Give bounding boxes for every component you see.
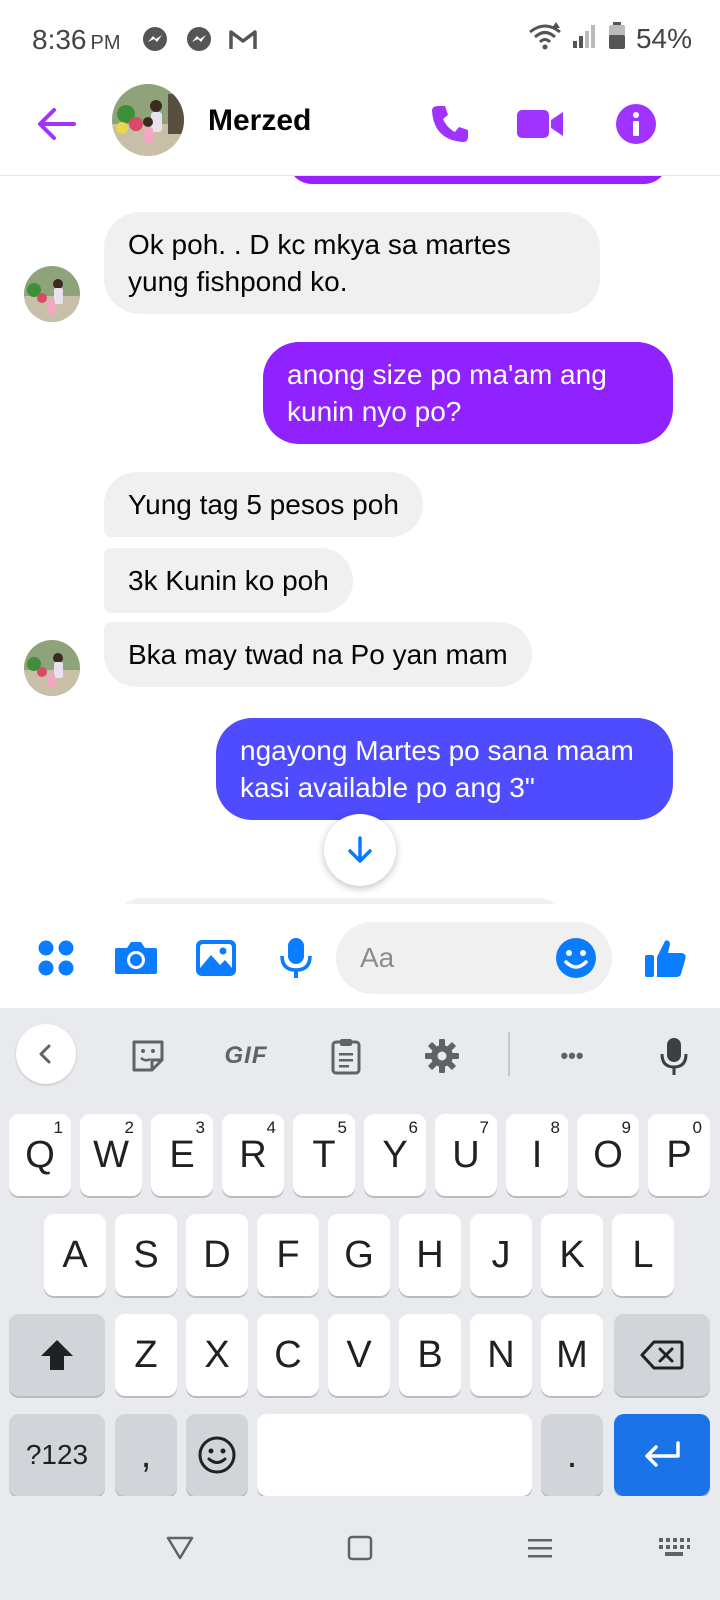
cell-signal-icon bbox=[572, 23, 598, 54]
messenger-icon bbox=[140, 24, 170, 54]
like-button[interactable] bbox=[640, 932, 692, 984]
back-button[interactable] bbox=[34, 102, 78, 146]
keyboard-switch-button[interactable] bbox=[652, 1526, 696, 1570]
voice-clip-button[interactable] bbox=[270, 932, 322, 984]
voice-call-button[interactable] bbox=[424, 98, 476, 150]
scroll-to-bottom-button[interactable] bbox=[324, 814, 396, 886]
enter-key[interactable] bbox=[614, 1414, 710, 1496]
key-s[interactable]: S bbox=[115, 1214, 177, 1296]
notification-icons bbox=[140, 24, 258, 54]
key-v[interactable]: V bbox=[328, 1314, 390, 1396]
nav-recents-icon bbox=[528, 1539, 552, 1558]
backspace-key[interactable] bbox=[614, 1314, 710, 1396]
space-bar[interactable] bbox=[257, 1414, 532, 1496]
gif-button[interactable]: GIF bbox=[216, 1026, 276, 1086]
system-status: 54% bbox=[528, 22, 692, 55]
key-u[interactable]: U7 bbox=[435, 1114, 497, 1196]
settings-gear-icon[interactable] bbox=[412, 1026, 472, 1086]
message-composer bbox=[0, 904, 720, 1008]
toolbar-divider bbox=[508, 1032, 510, 1076]
key-q[interactable]: Q1 bbox=[9, 1114, 71, 1196]
key-i[interactable]: I8 bbox=[506, 1114, 568, 1196]
key-o[interactable]: O9 bbox=[577, 1114, 639, 1196]
message-bubble-incoming[interactable]: 3k Kunin ko poh bbox=[104, 548, 353, 613]
info-button[interactable] bbox=[610, 98, 662, 150]
nav-home-button[interactable] bbox=[338, 1526, 382, 1570]
key-y[interactable]: Y6 bbox=[364, 1114, 426, 1196]
key-d[interactable]: D bbox=[186, 1214, 248, 1296]
emoji-key[interactable] bbox=[186, 1414, 248, 1496]
nav-recents-button[interactable] bbox=[518, 1526, 562, 1570]
key-r[interactable]: R4 bbox=[222, 1114, 284, 1196]
message-bubble-outgoing[interactable]: ngayong Martes po sana maam kasi availab… bbox=[216, 718, 673, 820]
battery-percent: 54% bbox=[635, 22, 692, 54]
more-options-button[interactable]: ••• bbox=[542, 1026, 602, 1086]
nav-home-icon bbox=[347, 1535, 373, 1561]
camera-button[interactable] bbox=[110, 932, 162, 984]
contact-name[interactable]: Merzed bbox=[208, 104, 311, 138]
battery-icon bbox=[608, 22, 626, 55]
key-w[interactable]: W2 bbox=[80, 1114, 142, 1196]
message-bubble-incoming[interactable]: Ok poh. . D kc mkya sa martes yung fishp… bbox=[104, 212, 600, 314]
apps-menu-button[interactable] bbox=[30, 932, 82, 984]
chat-header: Merzed bbox=[0, 80, 720, 176]
keyboard-toolbar: GIF ••• bbox=[0, 1008, 720, 1104]
key-g[interactable]: G bbox=[328, 1214, 390, 1296]
symbols-key[interactable]: ?123 bbox=[9, 1414, 105, 1496]
contact-avatar[interactable] bbox=[112, 84, 184, 156]
toolbar-back-button[interactable] bbox=[16, 1024, 76, 1084]
message-bubble-outgoing[interactable]: anong size po ma'am ang kunin nyo po? bbox=[263, 342, 673, 444]
shift-key[interactable] bbox=[9, 1314, 105, 1396]
gallery-button[interactable] bbox=[190, 932, 242, 984]
key-m[interactable]: M bbox=[541, 1314, 603, 1396]
key-j[interactable]: J bbox=[470, 1214, 532, 1296]
key-z[interactable]: Z bbox=[115, 1314, 177, 1396]
messenger-icon bbox=[184, 24, 214, 54]
backspace-icon bbox=[640, 1340, 684, 1370]
navigation-bar bbox=[0, 1496, 720, 1600]
key-b[interactable]: B bbox=[399, 1314, 461, 1396]
status-bar: 8:36 PM 54% bbox=[0, 0, 720, 80]
wifi-icon bbox=[528, 22, 562, 55]
keyboard-icon bbox=[659, 1538, 690, 1556]
key-e[interactable]: E3 bbox=[151, 1114, 213, 1196]
key-p[interactable]: P0 bbox=[648, 1114, 710, 1196]
key-f[interactable]: F bbox=[257, 1214, 319, 1296]
key-c[interactable]: C bbox=[257, 1314, 319, 1396]
nav-back-icon bbox=[166, 1536, 194, 1560]
enter-icon bbox=[645, 1441, 680, 1467]
message-bubble-outgoing[interactable] bbox=[288, 176, 668, 184]
conversation-view[interactable]: Ok poh. . D kc mkya sa martes yung fishp… bbox=[0, 176, 720, 904]
key-n[interactable]: N bbox=[470, 1314, 532, 1396]
key-t[interactable]: T5 bbox=[293, 1114, 355, 1196]
video-call-button[interactable] bbox=[514, 98, 566, 150]
key-l[interactable]: L bbox=[612, 1214, 674, 1296]
emoji-button[interactable] bbox=[554, 936, 598, 980]
voice-input-mic-icon[interactable] bbox=[644, 1026, 704, 1086]
sender-avatar[interactable] bbox=[24, 266, 80, 322]
key-h[interactable]: H bbox=[399, 1214, 461, 1296]
clipboard-button[interactable] bbox=[316, 1026, 376, 1086]
key-k[interactable]: K bbox=[541, 1214, 603, 1296]
comma-key[interactable]: , bbox=[115, 1414, 177, 1496]
sticker-button[interactable] bbox=[118, 1026, 178, 1086]
gmail-icon bbox=[228, 24, 258, 54]
status-time: 8:36 PM bbox=[32, 24, 121, 55]
period-key[interactable]: . bbox=[541, 1414, 603, 1496]
nav-back-button[interactable] bbox=[158, 1526, 202, 1570]
smiley-icon bbox=[198, 1436, 236, 1474]
key-x[interactable]: X bbox=[186, 1314, 248, 1396]
shift-icon bbox=[41, 1340, 73, 1370]
message-bubble-incoming[interactable]: Yung tag 5 pesos poh bbox=[104, 472, 423, 537]
key-a[interactable]: A bbox=[44, 1214, 106, 1296]
sender-avatar[interactable] bbox=[24, 640, 80, 696]
message-bubble-incoming[interactable]: Bka may twad na Po yan mam bbox=[104, 622, 532, 687]
